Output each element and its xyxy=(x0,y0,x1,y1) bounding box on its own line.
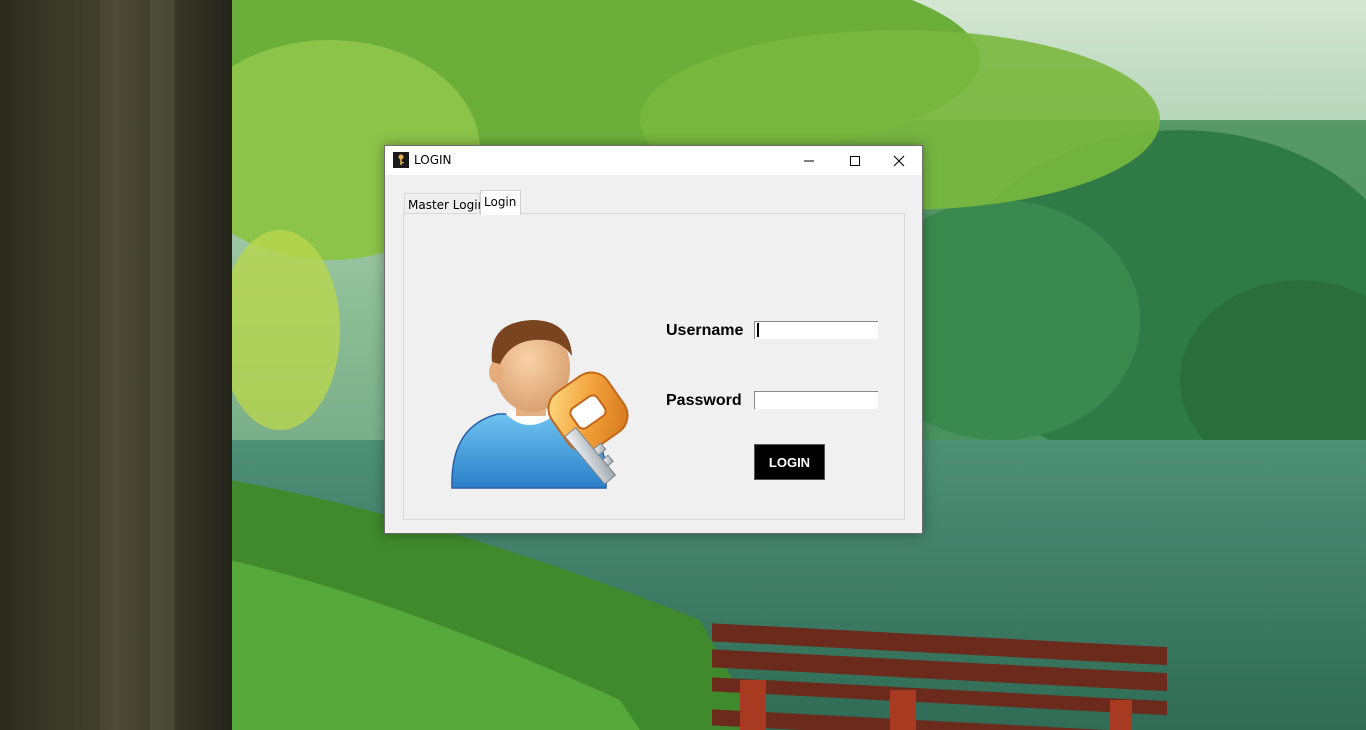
minimize-button[interactable] xyxy=(786,146,832,175)
window-title: LOGIN xyxy=(414,153,452,167)
user-key-icon xyxy=(451,320,629,489)
close-icon xyxy=(893,155,905,166)
password-input[interactable] xyxy=(754,391,878,409)
login-tab-panel: Username Password LOGIN xyxy=(403,213,905,520)
tab-login[interactable]: Login xyxy=(480,190,521,215)
key-icon xyxy=(393,152,409,168)
title-bar[interactable]: LOGIN xyxy=(385,146,922,175)
minimize-icon xyxy=(804,160,814,161)
password-label: Password xyxy=(666,392,742,409)
maximize-icon xyxy=(850,155,860,166)
username-label: Username xyxy=(666,322,744,339)
login-window: LOGIN Master Login Login Username Passwo… xyxy=(384,145,923,534)
text-caret xyxy=(757,323,759,337)
close-button[interactable] xyxy=(876,146,922,175)
tab-master-login[interactable]: Master Login xyxy=(404,193,485,214)
username-input[interactable] xyxy=(754,321,878,339)
desktop: LOGIN Master Login Login Username Passwo… xyxy=(0,0,1366,730)
login-button[interactable]: LOGIN xyxy=(754,444,825,480)
maximize-button[interactable] xyxy=(832,146,878,175)
